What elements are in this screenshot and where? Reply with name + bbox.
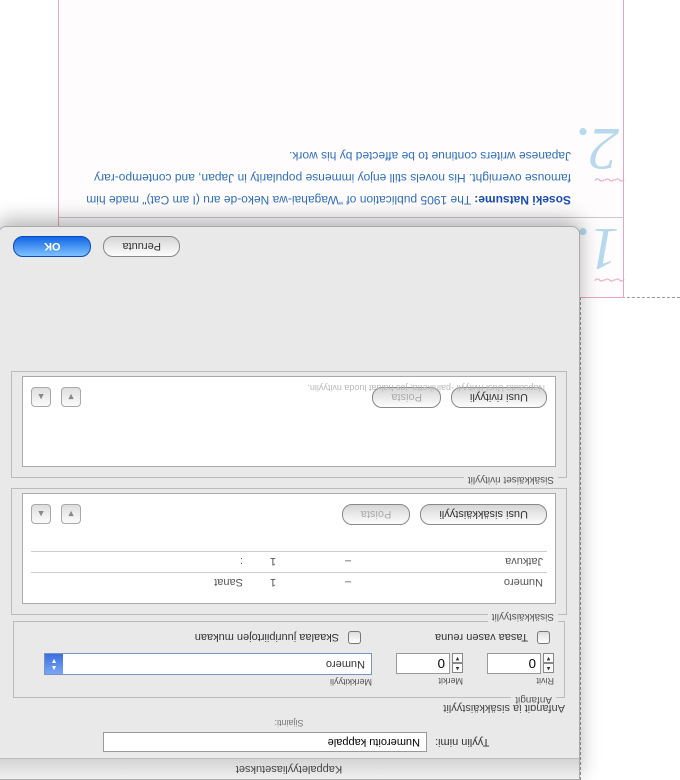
nested-list: Numero – 1 Sanat Jatkuva – 1 : Uusi sisä… [22, 493, 556, 604]
anchor-marker-1: ～～～ [595, 272, 625, 288]
new-nested-style-button[interactable]: Uusi sisäkkäistyyli [420, 504, 547, 525]
page-boundary-v [580, 297, 581, 780]
anchor-marker-2: ～～～ [595, 172, 625, 188]
anfangit-legend: Anfangit [511, 694, 556, 705]
merkkityyli-value: Numero [63, 658, 371, 670]
move-down-icon[interactable]: ▼ [61, 505, 81, 525]
line-move-up-icon[interactable]: ▲ [31, 388, 51, 408]
nested-row-1[interactable]: Jatkuva – 1 : [31, 551, 547, 572]
linestyles-legend: Sisäkkäiset rivityylit [464, 474, 558, 485]
linestyles-list: Napsauta Uusi rivityyli -painiketta, jos… [22, 376, 556, 467]
author-2: Soseki Natsume: [474, 193, 571, 207]
cancel-button[interactable]: Peruuta [104, 236, 181, 257]
skaalaa-checkbox[interactable]: Skaalaa juuripiirtojen mukaan [195, 628, 365, 647]
merkit-input[interactable] [396, 653, 450, 674]
rivit-down[interactable]: ▼ [543, 654, 554, 664]
merkit-down[interactable]: ▼ [452, 654, 463, 664]
paragraph-2: Soseki Natsume: The 1905 publication of … [73, 145, 571, 217]
ok-button[interactable]: OK [13, 236, 92, 257]
nested-legend: Sisäkkäistyylit [488, 611, 558, 622]
merkit-label: Merkit [396, 676, 463, 686]
sijainti-label: Sijainti: [0, 718, 579, 728]
rivit-label: Rivit [487, 676, 554, 686]
section-heading: Anfangit ja sisäkkäistyylit [0, 700, 579, 718]
tasaa-checkbox[interactable]: Tasaa vasen reuna [435, 628, 554, 647]
style-name-input[interactable] [103, 732, 427, 752]
combo-arrows-icon: ▲▼ [45, 654, 63, 674]
line-styles-group: Sisäkkäiset rivityylit Napsauta Uusi riv… [11, 371, 567, 478]
rivit-stepper[interactable]: ▲▼ [487, 653, 554, 674]
dropcap-2: 2. [574, 119, 619, 179]
rivit-up[interactable]: ▲ [543, 664, 554, 674]
merkit-stepper[interactable]: ▲▼ [396, 653, 463, 674]
paragraph-style-dialog: Kappaletyyliasetukset Tyylin nimi: Sijai… [0, 226, 580, 780]
nested-row-0[interactable]: Numero – 1 Sanat [31, 572, 547, 593]
move-up-icon[interactable]: ▲ [31, 505, 51, 525]
rivit-input[interactable] [487, 653, 541, 674]
linestyles-hint: Napsauta Uusi rivityyli -painiketta, jos… [307, 383, 545, 393]
merkit-up[interactable]: ▲ [452, 664, 463, 674]
style-name-label: Tyylin nimi: [435, 736, 565, 748]
dropcap-1: 1. [574, 219, 619, 279]
line-move-down-icon[interactable]: ▼ [61, 388, 81, 408]
merkkityyli-combo[interactable]: Numero ▲▼ [44, 653, 372, 675]
delete-nested-style-button[interactable]: Poista [342, 504, 411, 525]
anfangit-group: Anfangit Rivit ▲▼ Merkit ▲▼ [13, 621, 565, 698]
merkkityyli-label: Merkkityyli [24, 677, 372, 687]
nested-styles-group: Sisäkkäistyylit Numero – 1 Sanat Jatkuva… [11, 488, 567, 615]
dialog-title: Kappaletyyliasetukset [0, 758, 579, 779]
